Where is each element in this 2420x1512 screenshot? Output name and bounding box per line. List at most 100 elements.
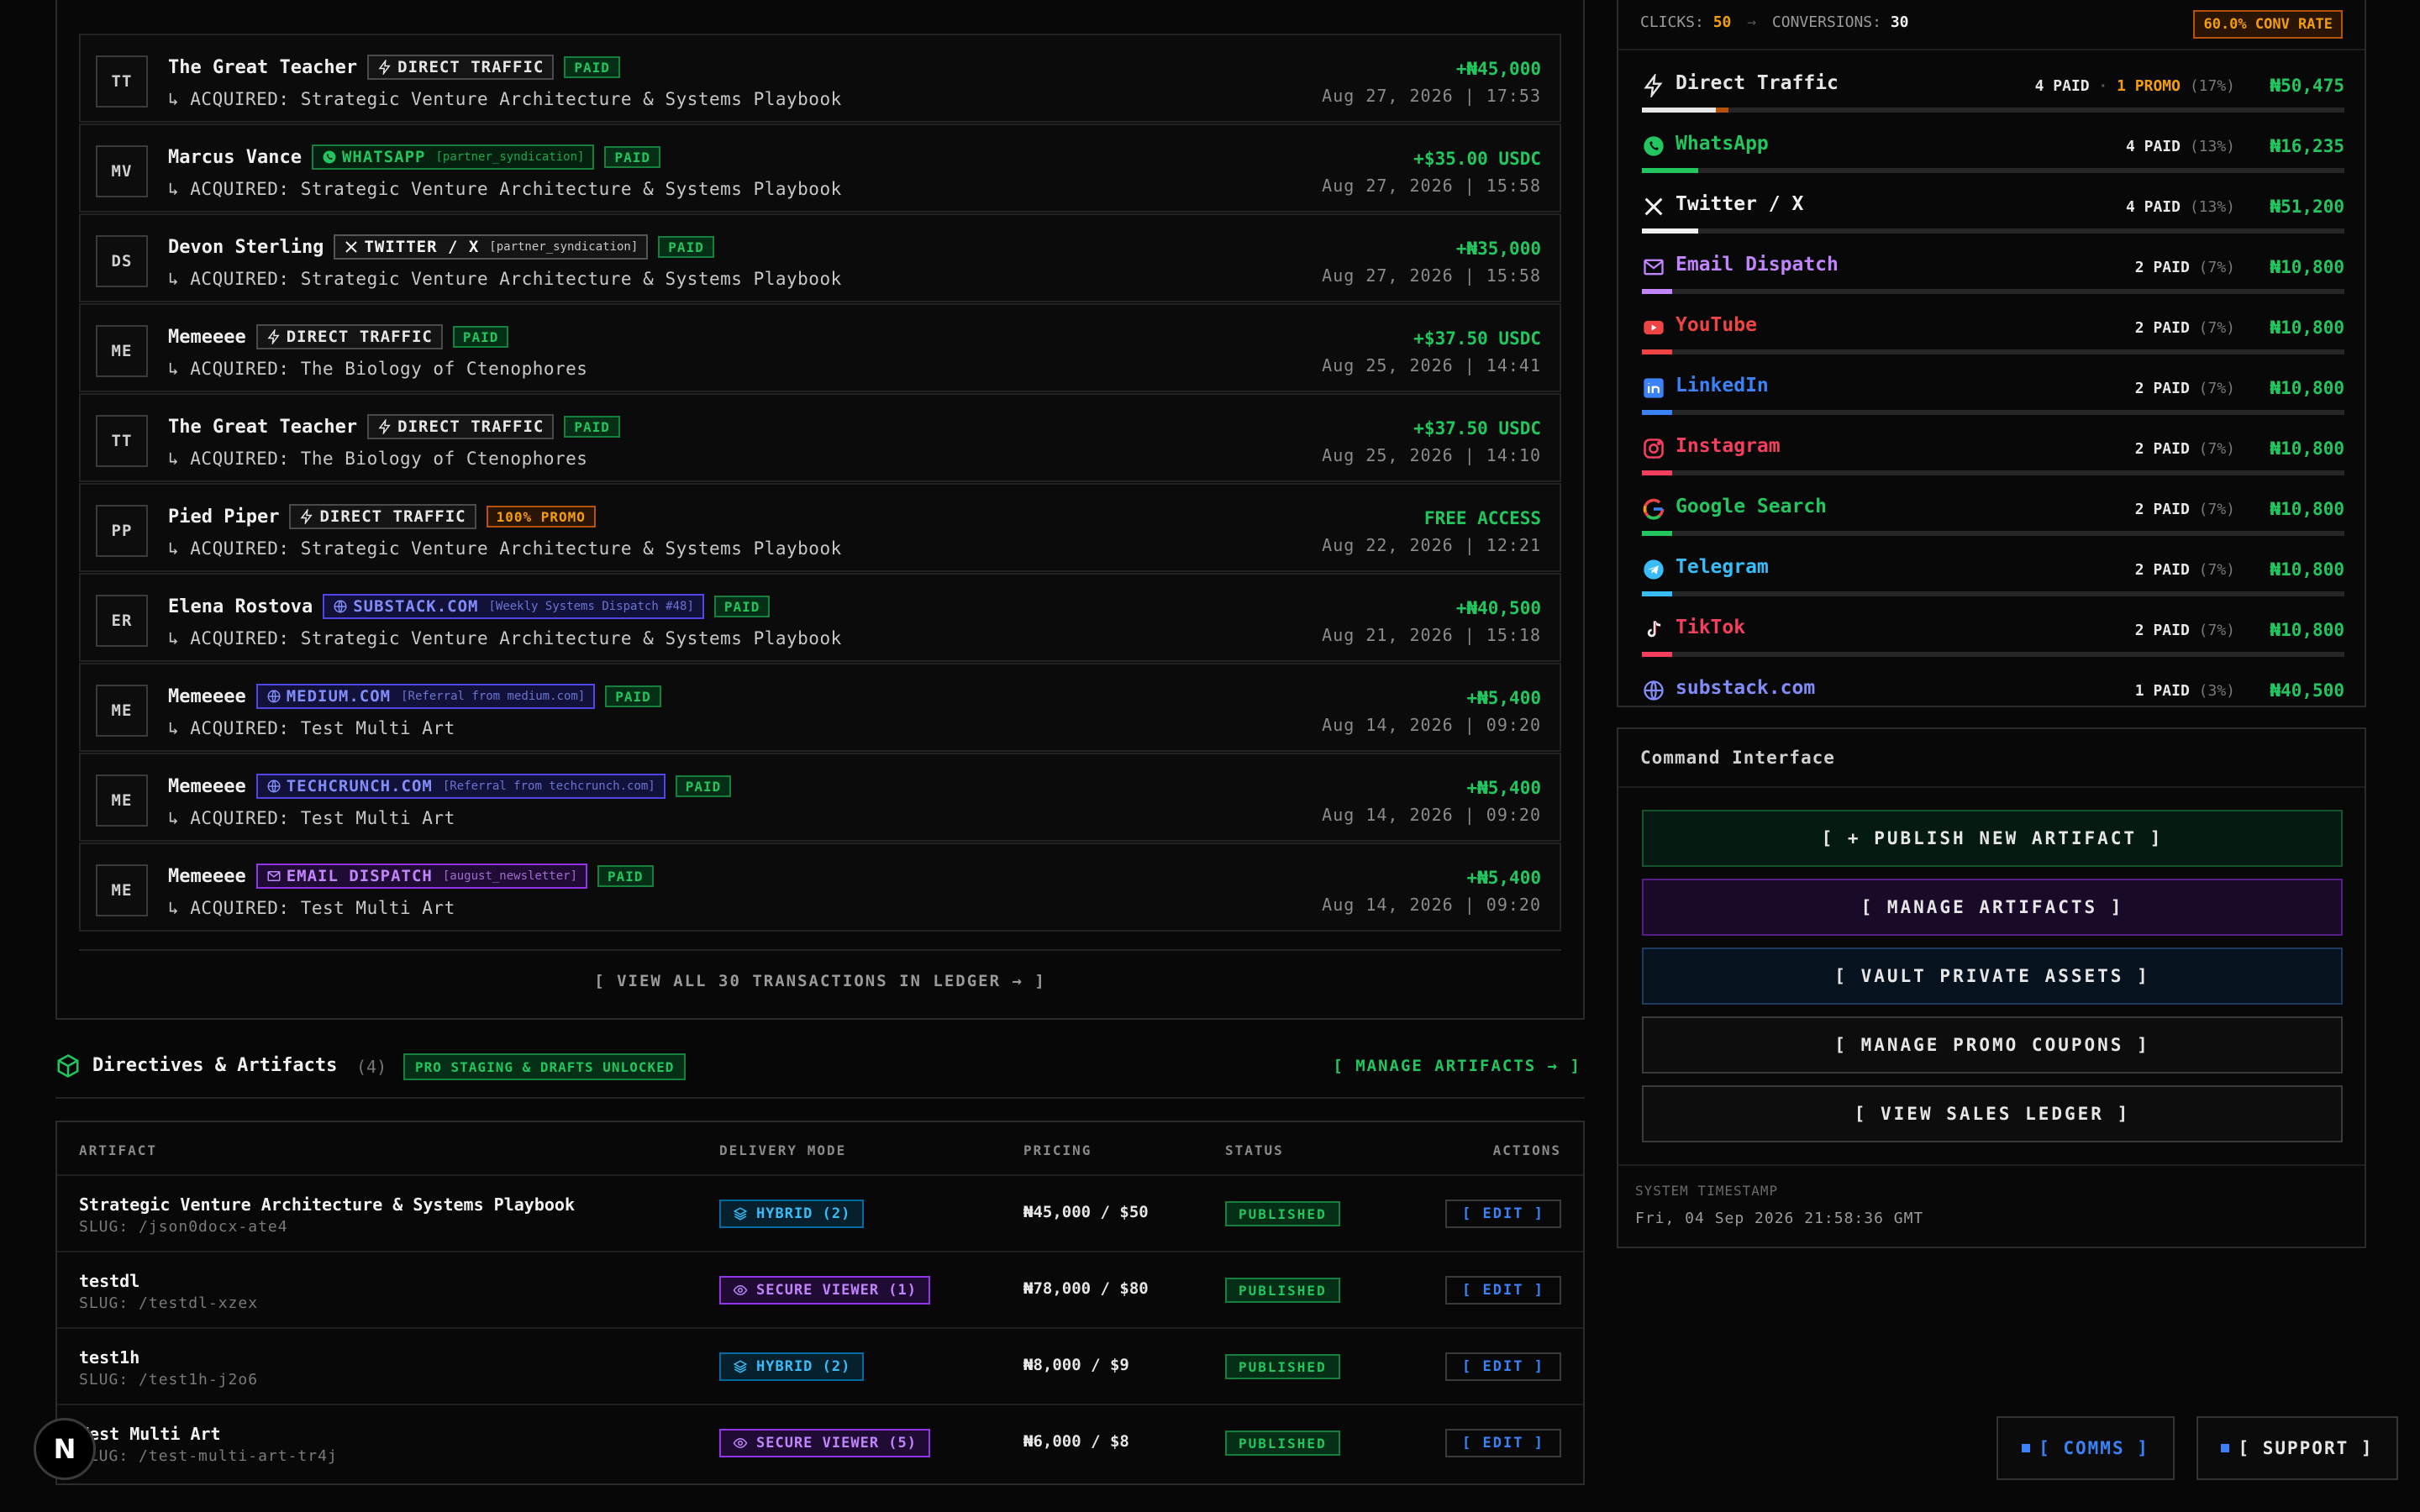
customer-name: Elena Rostova — [168, 596, 313, 617]
divider — [1618, 1164, 2365, 1166]
artifacts-count: (4) — [356, 1057, 387, 1077]
vault-private-assets-button[interactable]: [ VAULT PRIVATE ASSETS ] — [1642, 948, 2343, 1005]
source-row[interactable]: TikTok 2 PAID (7%) ₦10,800 — [1642, 613, 2344, 674]
mail-icon — [1642, 255, 1665, 279]
youtube-icon — [1642, 316, 1665, 339]
paid-count: 4 PAID — [2125, 198, 2181, 216]
paid-count: 4 PAID — [2125, 138, 2181, 155]
conversions-value: 30 — [1890, 13, 1909, 31]
source-row[interactable]: WhatsApp 4 PAID (13%) ₦16,235 — [1642, 129, 2344, 190]
source-name: YouTube — [1676, 314, 1757, 336]
source-stats: 2 PAID (7%) — [2135, 501, 2235, 518]
share-bar — [1642, 349, 2344, 354]
nextjs-dev-badge[interactable]: N — [34, 1418, 96, 1480]
view-sales-ledger-button[interactable]: [ VIEW SALES LEDGER ] — [1642, 1085, 2343, 1142]
delivery-mode-badge: SECURE VIEWER (1) — [719, 1276, 930, 1305]
manage-artifacts-link[interactable]: [ MANAGE ARTIFACTS → ] — [1333, 1057, 1581, 1075]
edit-button[interactable]: [ EDIT ] — [1445, 1429, 1561, 1457]
artifact-price: ₦6,000 / $8 — [1023, 1432, 1129, 1451]
conversion-stats-bar: CLICKS: 50 → CONVERSIONS: 30 60.0% CONV … — [1618, 2, 2365, 50]
source-stats: 4 PAID (13%) — [2126, 198, 2235, 216]
source-label: TWITTER / X — [364, 238, 480, 256]
source-stats: 2 PAID (7%) — [2135, 380, 2235, 397]
source-name: Google Search — [1676, 496, 1828, 517]
paid-count: 4 PAID — [2034, 77, 2090, 95]
avatar: ME — [96, 864, 148, 916]
artifact-price: ₦45,000 / $50 — [1023, 1203, 1149, 1221]
paid-count: 1 PAID — [2134, 682, 2190, 700]
source-row[interactable]: Telegram 2 PAID (7%) ₦10,800 — [1642, 553, 2344, 613]
transaction-row[interactable]: ME Memeeee DIRECT TRAFFIC PAID ↳ ACQUIRED: T… — [79, 303, 1561, 392]
payment-status-badge: PAID — [604, 146, 661, 168]
source-row[interactable]: Google Search 2 PAID (7%) ₦10,800 — [1642, 492, 2344, 553]
eye-icon — [733, 1436, 748, 1451]
globe-icon — [333, 599, 348, 614]
globe-icon — [1642, 679, 1665, 702]
source-badge: MEDIUM.COM [Referral from medium.com] — [255, 684, 596, 709]
transaction-row[interactable]: MV Marcus Vance WHATSAPP [partner_syndicati… — [79, 123, 1561, 213]
edit-button[interactable]: [ EDIT ] — [1445, 1200, 1561, 1228]
publish-new-artifact-button[interactable]: [ + PUBLISH NEW ARTIFACT ] — [1642, 810, 2343, 867]
arrow-icon: → — [1747, 13, 1757, 31]
artifact-name[interactable]: Strategic Venture Architecture & Systems… — [79, 1194, 575, 1215]
source-row[interactable]: LinkedIn 2 PAID (7%) ₦10,800 — [1642, 371, 2344, 432]
transaction-amount: +₦40,500 — [1455, 598, 1541, 618]
transaction-row[interactable]: ER Elena Rostova SUBSTACK.COM [Weekly Syste… — [79, 573, 1561, 662]
transaction-row[interactable]: PP Pied Piper DIRECT TRAFFIC 100% PROMO ↳ AC… — [79, 483, 1561, 572]
transaction-row[interactable]: DS Devon Sterling TWITTER / X [partner_synd… — [79, 213, 1561, 302]
support-button[interactable]: [ SUPPORT ] — [2196, 1416, 2398, 1480]
artifact-name[interactable]: testdl — [79, 1271, 139, 1291]
comms-label: [ COMMS ] — [2039, 1438, 2149, 1458]
clicks-value: 50 — [1712, 13, 1732, 31]
source-row[interactable]: Twitter / X 4 PAID (13%) ₦51,200 — [1642, 190, 2344, 250]
source-percentage: (17%) — [2189, 77, 2235, 95]
source-stats: 2 PAID (7%) — [2135, 622, 2235, 639]
tiktok-icon — [1642, 618, 1665, 642]
transaction-header: Memeeee EMAIL DISPATCH [august_newsletter]… — [168, 863, 654, 890]
source-stats: 4 PAID · 1 PROMO (17%) — [2035, 77, 2235, 95]
manage-promo-coupons-button[interactable]: [ MANAGE PROMO COUPONS ] — [1642, 1016, 2343, 1074]
transaction-amount: FREE ACCESS — [1423, 508, 1541, 528]
paid-count: 2 PAID — [2134, 501, 2190, 518]
source-badge: DIRECT TRAFFIC — [367, 55, 555, 80]
acquired-item: ↳ ACQUIRED: Strategic Venture Architectu… — [168, 89, 842, 109]
source-row[interactable]: Instagram 2 PAID (7%) ₦10,800 — [1642, 432, 2344, 492]
source-badge: DIRECT TRAFFIC — [289, 504, 476, 529]
transaction-amount: +$35.00 USDC — [1413, 149, 1541, 169]
source-row[interactable]: YouTube 2 PAID (7%) ₦10,800 — [1642, 311, 2344, 371]
source-stats: 2 PAID (7%) — [2135, 319, 2235, 337]
edit-button[interactable]: [ EDIT ] — [1445, 1352, 1561, 1381]
instagram-icon — [1642, 437, 1665, 460]
traffic-sources-panel: CLICKS: 50 → CONVERSIONS: 30 60.0% CONV … — [1617, 0, 2366, 707]
transaction-row[interactable]: ME Memeeee MEDIUM.COM [Referral from medium… — [79, 663, 1561, 752]
transaction-header: Elena Rostova SUBSTACK.COM [Weekly Systems… — [168, 593, 771, 620]
source-percentage: (7%) — [2198, 561, 2235, 579]
avatar: MV — [96, 145, 148, 197]
source-badge: WHATSAPP [partner_syndication] — [311, 144, 595, 170]
transaction-row[interactable]: TT The Great Teacher DIRECT TRAFFIC PAID ↳ A… — [79, 34, 1561, 123]
manage-artifacts-button[interactable]: [ MANAGE ARTIFACTS ] — [1642, 879, 2343, 936]
transaction-row[interactable]: ME Memeeee TECHCRUNCH.COM [Referral from te… — [79, 753, 1561, 842]
delivery-mode-badge: SECURE VIEWER (5) — [719, 1429, 930, 1457]
transaction-header: Memeeee TECHCRUNCH.COM [Referral from tech… — [168, 773, 732, 800]
whatsapp-icon — [1642, 134, 1665, 158]
transaction-row[interactable]: TT The Great Teacher DIRECT TRAFFIC PAID ↳ A… — [79, 393, 1561, 482]
command-interface-panel: Command Interface [ + PUBLISH NEW ARTIFA… — [1617, 727, 2366, 1248]
customer-name: Marcus Vance — [168, 146, 302, 168]
conversions-label: CONVERSIONS: — [1771, 13, 1881, 31]
artifact-name[interactable]: Test Multi Art — [79, 1424, 221, 1444]
view-all-transactions-link[interactable]: [ VIEW ALL 30 TRANSACTIONS IN LEDGER → ] — [79, 949, 1561, 1011]
edit-button[interactable]: [ EDIT ] — [1445, 1276, 1561, 1305]
source-row[interactable]: substack.com 1 PAID (3%) ₦40,500 — [1642, 674, 2344, 706]
transaction-row[interactable]: ME Memeeee EMAIL DISPATCH [august_newslette… — [79, 843, 1561, 932]
artifact-name[interactable]: test1h — [79, 1347, 139, 1368]
share-bar — [1642, 168, 2344, 173]
source-name: LinkedIn — [1676, 375, 1769, 396]
source-name: Email Dispatch — [1676, 254, 1839, 276]
avatar: PP — [96, 505, 148, 557]
comms-button[interactable]: [ COMMS ] — [1996, 1416, 2175, 1480]
globe-icon — [266, 779, 281, 794]
source-row[interactable]: Direct Traffic 4 PAID · 1 PROMO (17%) ₦50,… — [1642, 69, 2344, 129]
delivery-mode-badge: HYBRID (2) — [719, 1200, 865, 1228]
source-row[interactable]: Email Dispatch 2 PAID (7%) ₦10,800 — [1642, 250, 2344, 311]
